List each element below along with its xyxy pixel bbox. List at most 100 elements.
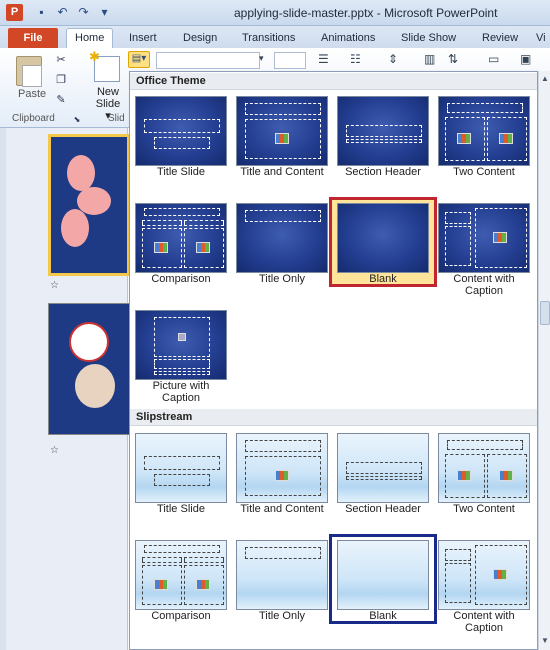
- layout-item[interactable]: Content with Caption: [433, 200, 535, 297]
- placeholder-box: [346, 139, 422, 143]
- layout-label: Caption: [162, 392, 200, 404]
- scroll-thumb[interactable]: [540, 301, 550, 325]
- paste-icon[interactable]: [16, 56, 42, 87]
- numbering-icon[interactable]: ☷: [350, 52, 361, 66]
- placeholder-box: [154, 474, 210, 486]
- slide-image: [69, 322, 109, 362]
- placeholder-box: [445, 549, 471, 561]
- layout-item[interactable]: Section Header: [332, 93, 434, 178]
- layout-item[interactable]: Picture with Caption: [130, 307, 232, 404]
- content-icons: [154, 242, 168, 253]
- tab-design[interactable]: Design: [183, 30, 217, 48]
- layout-thumbnail: [438, 433, 530, 503]
- layout-item[interactable]: Two Content: [433, 430, 535, 515]
- font-name-dropdown-icon[interactable]: ▾: [259, 53, 264, 64]
- layout-thumbnail: [337, 203, 429, 273]
- placeholder-box: [144, 208, 220, 216]
- layout-item[interactable]: Comparison: [130, 200, 232, 285]
- layout-thumbnail: [438, 203, 530, 273]
- redo-icon[interactable]: ↷: [76, 5, 91, 20]
- layout-item[interactable]: Title Only: [231, 537, 333, 622]
- tab-insert[interactable]: Insert: [129, 30, 157, 48]
- layout-item[interactable]: Title Only: [231, 200, 333, 285]
- placeholder-box: [245, 547, 321, 559]
- layout-thumbnail: [438, 96, 530, 166]
- slide-thumbnail-1[interactable]: [48, 134, 130, 276]
- line-spacing-icon[interactable]: ⇕: [388, 52, 398, 66]
- placeholder-box: [184, 220, 224, 226]
- copy-icon[interactable]: ❐: [54, 74, 68, 86]
- gallery-scrollbar[interactable]: ▲ ▼: [538, 71, 550, 650]
- tab-review[interactable]: Review: [482, 30, 518, 48]
- layout-label: Picture with: [152, 380, 210, 392]
- layout-label: Title Slide: [157, 503, 205, 515]
- slide-transition-icon: ☆: [50, 280, 59, 291]
- placeholder-box: [144, 119, 220, 133]
- placeholder-box: [245, 440, 321, 452]
- customize-qat-icon[interactable]: ▾: [97, 5, 112, 20]
- content-icons: [275, 133, 289, 144]
- format-painter-icon[interactable]: ✎: [54, 94, 68, 106]
- tab-animations[interactable]: Animations: [321, 30, 375, 48]
- layout-item[interactable]: Blank: [329, 197, 437, 287]
- placeholder-box: [346, 462, 422, 474]
- tab-transitions[interactable]: Transitions: [242, 30, 295, 48]
- placeholder-box: [154, 359, 210, 369]
- font-size-combo[interactable]: [274, 52, 306, 69]
- layout-label: Title Only: [258, 273, 306, 285]
- tab-view[interactable]: Vi: [536, 30, 546, 48]
- layout-label: Blank: [369, 273, 397, 285]
- layout-label: Caption: [465, 622, 503, 634]
- bullets-icon[interactable]: ☰: [318, 52, 329, 66]
- paste-button-label[interactable]: Paste: [18, 88, 46, 100]
- content-icons: [499, 133, 513, 144]
- layout-thumbnail: [337, 433, 429, 503]
- scroll-up-icon[interactable]: ▲: [540, 73, 550, 85]
- layout-label: Section Header: [345, 503, 421, 515]
- cut-icon[interactable]: ✂: [54, 54, 68, 66]
- layout-label: Two Content: [453, 503, 515, 515]
- layout-item[interactable]: Title Slide: [130, 430, 232, 515]
- powerpoint-app-icon[interactable]: P: [6, 4, 23, 21]
- layout-item[interactable]: Title Slide: [130, 93, 232, 178]
- content-icons: [493, 232, 507, 243]
- shapes-icon[interactable]: ▭: [488, 52, 499, 66]
- quick-access-toolbar: ▪ ↶ ↷ ▾: [34, 5, 112, 20]
- layout-button[interactable]: ▤▾: [128, 51, 150, 68]
- layout-item[interactable]: Title and Content: [231, 93, 333, 178]
- layout-item[interactable]: Title and Content: [231, 430, 333, 515]
- text-direction-icon[interactable]: ⇅: [448, 52, 458, 66]
- layout-thumbnail: [135, 96, 227, 166]
- layout-thumbnail: [236, 203, 328, 273]
- slide-thumbnail-2[interactable]: [48, 303, 130, 435]
- tab-slide-show[interactable]: Slide Show: [401, 30, 456, 48]
- clipboard-dialog-launcher-icon[interactable]: ⬊: [70, 114, 84, 126]
- tab-home[interactable]: Home: [66, 28, 114, 49]
- layout-item[interactable]: Blank: [329, 534, 437, 624]
- layout-item[interactable]: Comparison: [130, 537, 232, 622]
- arrange-icon[interactable]: ▣: [520, 52, 531, 66]
- pane-edge: [0, 128, 6, 650]
- picture-placeholder-icon: [178, 333, 186, 341]
- layout-label: Caption: [465, 285, 503, 297]
- layout-item[interactable]: Two Content: [433, 93, 535, 178]
- font-name-combo[interactable]: [156, 52, 260, 69]
- undo-icon[interactable]: ↶: [55, 5, 70, 20]
- layout-label: Title Slide: [157, 166, 205, 178]
- layout-thumbnail: [135, 310, 227, 380]
- layout-item[interactable]: Content with Caption: [433, 537, 535, 634]
- placeholder-box: [184, 557, 224, 563]
- tab-file[interactable]: File: [8, 28, 58, 48]
- layout-label: Content with: [453, 610, 515, 622]
- layout-item[interactable]: Section Header: [332, 430, 434, 515]
- layout-thumbnail: [337, 540, 429, 610]
- slide-transition-icon: ☆: [50, 445, 59, 456]
- slide-image: [75, 364, 115, 408]
- content-icons: [493, 569, 507, 580]
- placeholder-box: [447, 440, 523, 450]
- save-icon[interactable]: ▪: [34, 5, 49, 20]
- scroll-down-icon[interactable]: ▼: [540, 635, 550, 647]
- columns-icon[interactable]: ▥: [424, 52, 435, 66]
- layout-label: Title and Content: [240, 166, 324, 178]
- new-slide-icon[interactable]: [89, 49, 120, 82]
